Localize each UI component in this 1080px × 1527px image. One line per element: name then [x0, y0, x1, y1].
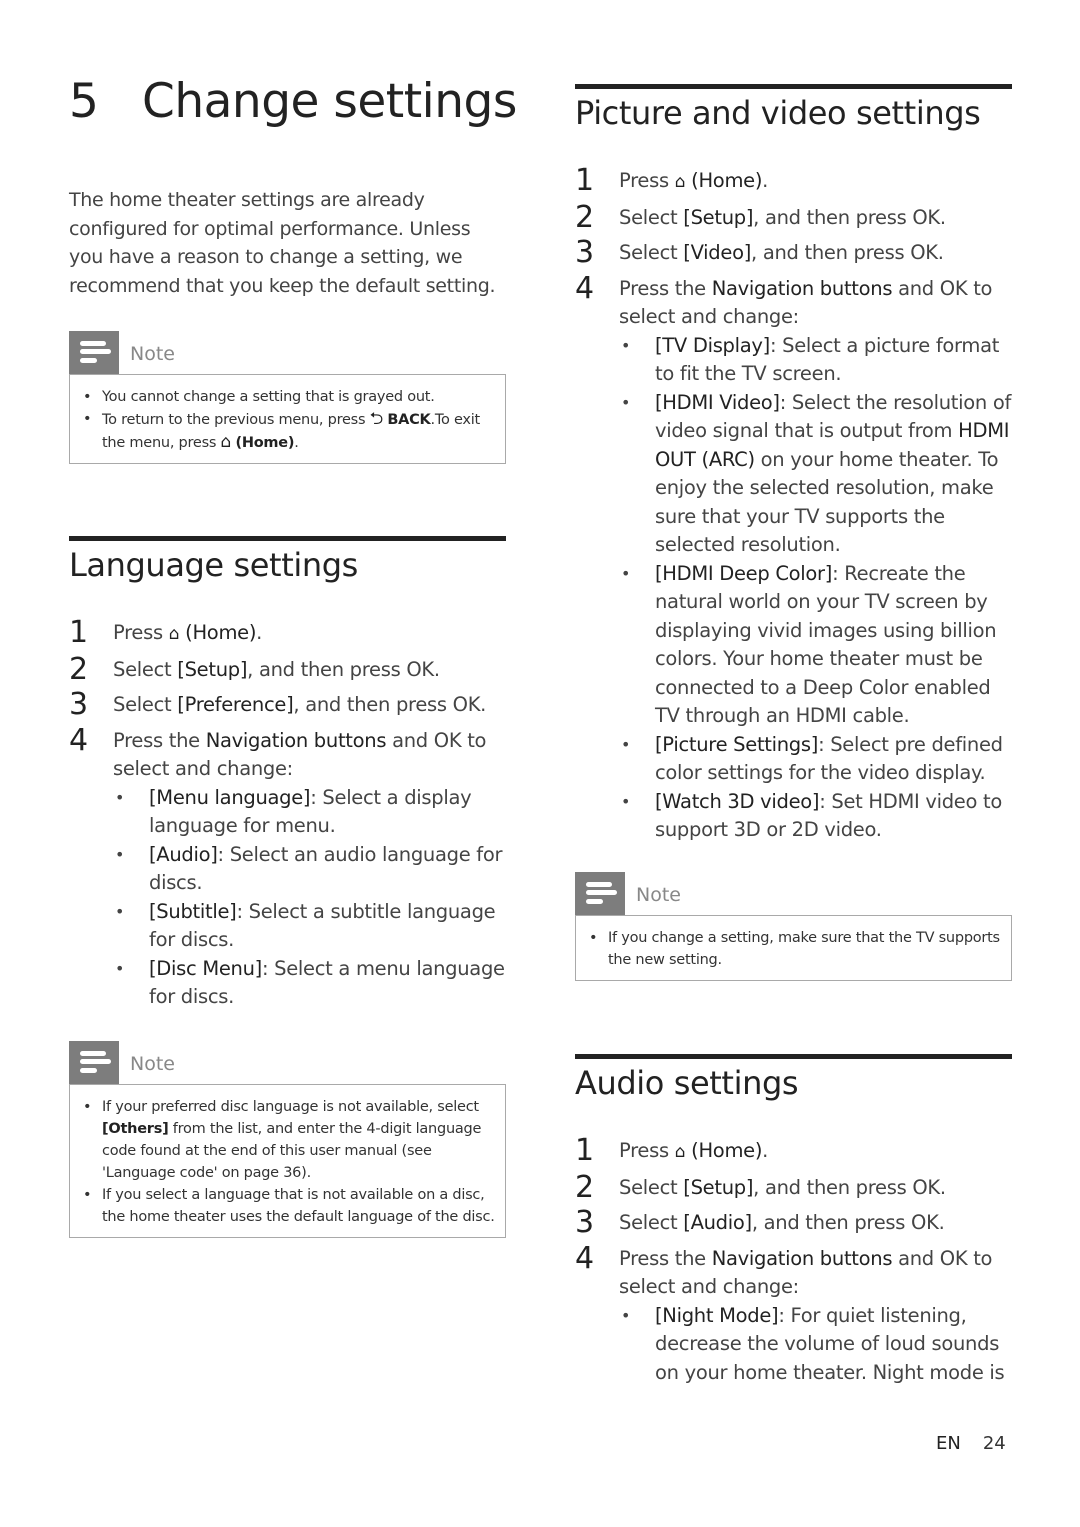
step-number: 3	[575, 1205, 594, 1240]
chapter-title-text: Change settings	[142, 74, 517, 129]
back-arrow-icon: ⮌	[369, 409, 384, 429]
note-item: If you change a setting, make sure that …	[586, 927, 1001, 971]
section-divider	[69, 536, 506, 541]
option-list: [Night Mode]: For quiet listening, decre…	[619, 1302, 1012, 1388]
language-code: EN	[936, 1433, 961, 1454]
page-footer: EN 24	[936, 1433, 1006, 1454]
home-icon: ⌂	[674, 1142, 686, 1162]
language-steps: 1 Press ⌂ (Home). 2 Select [Setup], and th…	[69, 615, 506, 1019]
option-item: [HDMI Video]: Select the resolution of v…	[619, 389, 1012, 560]
note-lines-icon	[69, 331, 119, 374]
section-title-audio: Audio settings	[575, 1064, 799, 1102]
option-item: [Menu language]: Select a display langua…	[113, 784, 506, 841]
video-steps: 1 Press ⌂ (Home). 2 Select [Setup], and th…	[575, 163, 1012, 852]
step: 1 Press ⌂ (Home).	[575, 1133, 769, 1168]
note-body: If you change a setting, make sure that …	[575, 915, 1012, 981]
option-item: [Audio]: Select an audio language for di…	[113, 841, 506, 898]
step: 1 Press ⌂ (Home).	[69, 615, 263, 650]
step: 2 Select [Setup], and then press OK.	[69, 651, 440, 687]
step: 2 Select [Setup], and then press OK.	[575, 199, 946, 235]
step: 4 Press the Navigation buttons and OK to …	[69, 723, 506, 1012]
step: 2 Select [Setup], and then press OK.	[575, 1169, 946, 1205]
step-number: 1	[69, 615, 88, 650]
step-number: 4	[575, 270, 594, 306]
step-number: 2	[575, 199, 594, 235]
step: 3 Select [Preference], and then press OK.	[69, 687, 487, 722]
option-list: [TV Display]: Select a picture format to…	[619, 332, 1012, 845]
step: 3 Select [Video], and then press OK.	[575, 235, 944, 270]
note-box: Note If you change a setting, make sure …	[575, 872, 1012, 981]
step-number: 4	[575, 1240, 594, 1276]
note-lines-icon	[69, 1041, 119, 1084]
note-item: If you select a language that is not ava…	[80, 1184, 495, 1228]
note-body: If your preferred disc language is not a…	[69, 1084, 506, 1238]
step: 1 Press ⌂ (Home).	[575, 163, 769, 198]
note-title: Note	[636, 884, 681, 906]
step-number: 4	[69, 722, 88, 758]
section-title-video: Picture and video settings	[575, 94, 981, 132]
section-divider	[575, 1054, 1012, 1059]
chapter-title: 5 Change settings	[69, 74, 517, 129]
note-box: Note You cannot change a setting that is…	[69, 331, 506, 464]
step-number: 2	[69, 651, 88, 687]
note-item: To return to the previous menu, press ⮌ …	[80, 408, 495, 454]
option-item: [HDMI Deep Color]: Recreate the natural …	[619, 560, 1012, 731]
option-item: [Subtitle]: Select a subtitle language f…	[113, 898, 506, 955]
note-header: Note	[69, 1041, 506, 1084]
note-title: Note	[130, 1053, 175, 1075]
note-lines-icon	[575, 872, 625, 915]
note-body: You cannot change a setting that is gray…	[69, 374, 506, 464]
page-number: 24	[982, 1433, 1006, 1454]
option-item: [Night Mode]: For quiet listening, decre…	[619, 1302, 1012, 1388]
note-box: Note If your preferred disc language is …	[69, 1041, 506, 1238]
option-item: [Watch 3D video]: Set HDMI video to supp…	[619, 788, 1012, 845]
note-title: Note	[130, 343, 175, 365]
note-header: Note	[69, 331, 506, 374]
step-number: 3	[575, 235, 594, 270]
step-number: 1	[575, 163, 594, 198]
step: 4 Press the Navigation buttons and OK to …	[575, 1241, 1012, 1388]
chapter-number: 5	[69, 74, 99, 129]
home-icon: ⌂	[674, 172, 686, 192]
option-item: [TV Display]: Select a picture format to…	[619, 332, 1012, 389]
note-header: Note	[575, 872, 1012, 915]
option-item: [Picture Settings]: Select pre defined c…	[619, 731, 1012, 788]
home-icon: ⌂	[168, 624, 180, 644]
step-number: 2	[575, 1169, 594, 1205]
option-item: [Disc Menu]: Select a menu language for …	[113, 955, 506, 1012]
step: 3 Select [Audio], and then press OK.	[575, 1205, 945, 1240]
section-title-language: Language settings	[69, 546, 358, 584]
intro-paragraph: The home theater settings are already co…	[69, 189, 496, 297]
section-divider	[575, 84, 1012, 89]
step-number: 3	[69, 687, 88, 722]
note-item: You cannot change a setting that is gray…	[80, 386, 495, 408]
audio-steps: 1 Press ⌂ (Home). 2 Select [Setup], and th…	[575, 1133, 1012, 1394]
note-item: If your preferred disc language is not a…	[80, 1096, 495, 1184]
home-icon: ⌂	[220, 432, 232, 452]
back-label: BACK	[387, 412, 431, 428]
home-label: (Home)	[235, 435, 295, 451]
step-number: 1	[575, 1133, 594, 1168]
step: 4 Press the Navigation buttons and OK to …	[575, 271, 1012, 845]
option-list: [Menu language]: Select a display langua…	[113, 784, 506, 1012]
